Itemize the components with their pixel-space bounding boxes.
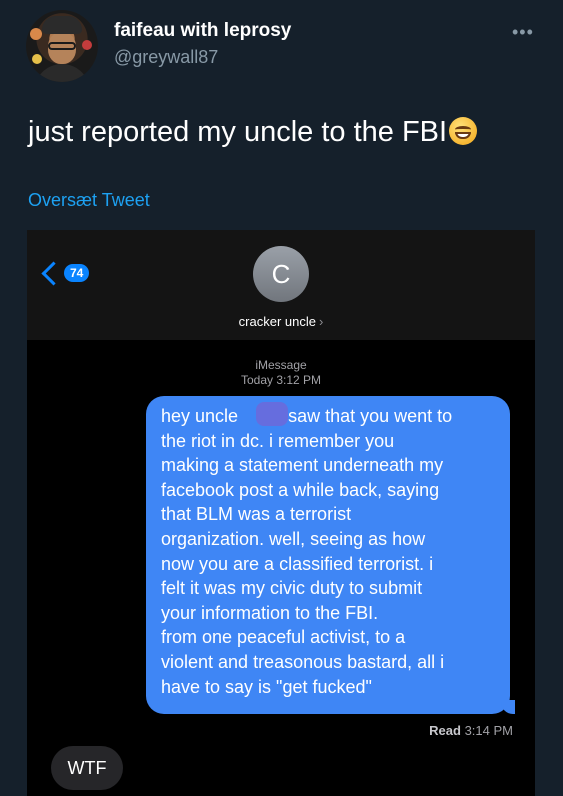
redaction-blur (256, 402, 288, 426)
user-avatar[interactable] (26, 10, 98, 82)
tweet-page: faifeau with leprosy @greywall87 ••• jus… (0, 0, 563, 796)
contact-avatar[interactable]: C (253, 246, 309, 302)
flower-decoration (32, 54, 42, 64)
flower-decoration (82, 40, 92, 50)
tweet-text: just reported my uncle to the FBI (28, 116, 478, 149)
read-label: Read (429, 723, 461, 738)
message-line: felt it was my civic duty to submit (161, 578, 423, 599)
translate-tweet-link[interactable]: Oversæt Tweet (28, 190, 150, 211)
more-options-icon[interactable]: ••• (512, 22, 534, 43)
embedded-imessage-screenshot: 74 C cracker uncle › iMessage Today 3:12 … (27, 230, 535, 796)
message-line: violent and treasonous bastard, all i (161, 651, 445, 672)
received-message-bubble[interactable]: WTF (51, 746, 123, 790)
message-line: now you are a classified terrorist. i (161, 553, 434, 574)
read-time: 3:14 PM (464, 723, 513, 738)
grinning-face-emoji-icon (449, 117, 478, 145)
avatar-shirt (34, 64, 90, 82)
message-timestamp: Today 3:12 PM (240, 373, 322, 387)
tweet-text-content: just reported my uncle to the FBI (28, 116, 448, 148)
message-line: from one peaceful activist, to a (161, 627, 406, 648)
message-line: the riot in dc. i remember you (161, 430, 395, 451)
avatar-hat (42, 16, 82, 34)
contact-name-button[interactable]: cracker uncle › (27, 314, 535, 329)
message-line: organization. well, seeing as how (161, 528, 426, 549)
contact-name: cracker uncle (238, 314, 316, 329)
message-line: your information to the FBI. (161, 602, 379, 623)
display-name[interactable]: faifeau with leprosy (114, 20, 291, 42)
message-line: facebook post a while back, saying (161, 479, 440, 500)
avatar-glasses (48, 42, 76, 50)
message-line: have to say is "get fucked" (161, 676, 372, 697)
chevron-right-icon: › (318, 314, 324, 329)
read-receipt: Read 3:14 PM (367, 723, 513, 738)
chevron-left-icon (41, 260, 66, 286)
user-handle[interactable]: @greywall87 (114, 47, 218, 68)
service-label: iMessage (255, 358, 307, 372)
conversation-header: 74 C cracker uncle › (27, 230, 535, 340)
unread-count-badge: 74 (64, 264, 90, 282)
back-button[interactable]: 74 (41, 260, 90, 286)
flower-decoration (30, 28, 42, 40)
message-line: that BLM was a terrorist (161, 504, 352, 525)
message-line: hey uncle saw that you went to (161, 406, 453, 426)
message-line: making a statement underneath my (161, 455, 444, 476)
sent-message-bubble[interactable]: hey uncle saw that you went to the riot … (146, 396, 515, 714)
